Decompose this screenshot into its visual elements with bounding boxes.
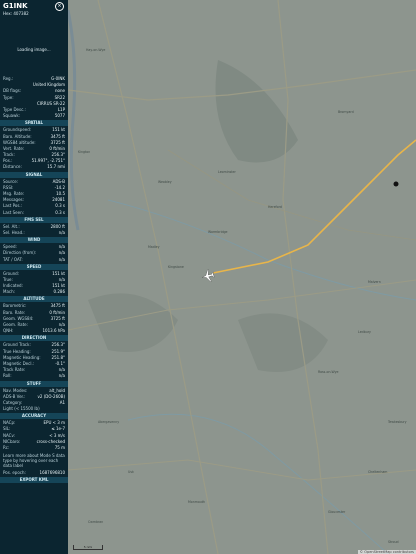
place-label: Monmouth [188, 500, 206, 504]
info-value: 5077 [54, 113, 65, 119]
pos-epoch-value: 1687696810 [39, 470, 65, 476]
info-row: Squawk: 5077 [0, 113, 68, 119]
altitude-label: QNH: [3, 328, 14, 334]
place-label: Weobley [158, 180, 172, 184]
place-label: Malvern [368, 280, 381, 284]
hex-code: Hex: 407382 [3, 11, 29, 16]
place-label: Madley [148, 245, 160, 249]
accuracy-label: Rc: [3, 445, 10, 450]
map-view[interactable]: Hay-on-Wye Wormbridge Kingstone Hereford Mad… [68, 0, 416, 554]
fmssel-row: Sel. Head.: n/a [0, 230, 68, 236]
speed-value: 0.286 [53, 289, 65, 295]
wind-label: TAT / OAT: [3, 256, 23, 262]
fmssel-value: n/a [58, 229, 65, 235]
signal-value: 0.3 s [55, 209, 65, 215]
wind-value: n/a [58, 256, 65, 262]
sidebar-header: G1INK Hex: 407382 × [0, 0, 68, 22]
pos-epoch-row: Pos. epoch: 1687696810 [0, 470, 68, 476]
spatial-value: 15.7 nmi [47, 164, 65, 170]
scale-bar: 5 nmi [73, 545, 103, 550]
altitude-value: 1013.6 hPa [42, 328, 66, 334]
stuff-label: Light (< 15500 lb) [3, 406, 40, 412]
export-kml-button[interactable]: EXPORT KML [0, 477, 68, 484]
pos-epoch-label: Pos. epoch: [3, 470, 26, 476]
aircraft-info-sidebar: G1INK Hex: 407382 × Loading image... Reg… [0, 0, 68, 554]
signal-label: Last Seen: [3, 209, 24, 215]
place-label: Hereford [268, 205, 282, 209]
section-header-speed[interactable]: SPEED [0, 263, 68, 270]
wind-row: TAT / OAT: n/a [0, 257, 68, 263]
spatial-label: Distance: [3, 164, 22, 170]
close-icon[interactable]: × [55, 2, 64, 11]
section-header-wind[interactable]: WIND [0, 237, 68, 244]
section-header-fmssel[interactable]: FMS SEL [0, 216, 68, 223]
stuff-value: A1 [59, 399, 65, 405]
direction-value: n/a [58, 373, 65, 379]
place-label: Leominster [218, 170, 236, 174]
section-header-accuracy[interactable]: ACCURACY [0, 413, 68, 420]
place-label: Bromyard [338, 110, 354, 114]
info-label: Reg.: [3, 76, 14, 81]
section-header-direction[interactable]: DIRECTION [0, 335, 68, 342]
spatial-row: Distance: 15.7 nmi [0, 164, 68, 170]
section-header-altitude[interactable]: ALTITUDE [0, 296, 68, 303]
speed-label: Mach: [3, 289, 15, 295]
receiver-marker [393, 181, 399, 187]
place-label: Ledbury [358, 330, 371, 334]
place-label: Kington [78, 150, 91, 154]
direction-label: Roll: [3, 373, 12, 379]
place-label: Abergavenny [98, 420, 120, 424]
place-label: Cwmbran [88, 520, 104, 524]
speed-row: Mach: 0.286 [0, 289, 68, 295]
signal-row: Last Seen: 0.3 s [0, 210, 68, 216]
stuff-row: Light (< 15500 lb) [0, 406, 68, 412]
place-label: Wormbridge [208, 230, 228, 234]
info-label: Type: [3, 94, 14, 100]
place-label: Usk [128, 470, 134, 474]
map-canvas[interactable] [68, 0, 416, 554]
accuracy-value: 75 m [54, 445, 65, 450]
info-note: Learn more about Mode S data type by hov… [3, 453, 65, 469]
section-header-signal[interactable]: SIGNAL [0, 171, 68, 178]
photo-loading-text: Loading image... [17, 46, 51, 52]
place-label: Kingstone [168, 265, 184, 269]
altitude-row: QNH: 1013.6 hPa [0, 328, 68, 334]
aircraft-info: Reg.: G-0INK United Kingdom DB flags: none Ty… [0, 76, 68, 119]
place-label: Gloucester [328, 510, 346, 514]
place-label: Ross-on-Wye [318, 370, 339, 374]
info-label: Squawk: [3, 113, 20, 119]
direction-row: Roll: n/a [0, 373, 68, 379]
fmssel-label: Sel. Head.: [3, 229, 25, 235]
data-sections: SPATIAL Groundspeed: 151 kt Baro. Altitude:… [0, 120, 68, 451]
aircraft-photo: Loading image... [0, 22, 68, 76]
map-attribution[interactable]: © OpenStreetMap contributors [357, 550, 416, 554]
place-label: Tewkesbury [388, 420, 407, 424]
section-header-spatial[interactable]: SPATIAL [0, 120, 68, 127]
place-label: Stroud [388, 540, 399, 544]
place-label: Cheltenham [368, 470, 388, 474]
section-header-stuff[interactable]: STUFF [0, 380, 68, 387]
place-label: Hay-on-Wye [86, 48, 106, 52]
